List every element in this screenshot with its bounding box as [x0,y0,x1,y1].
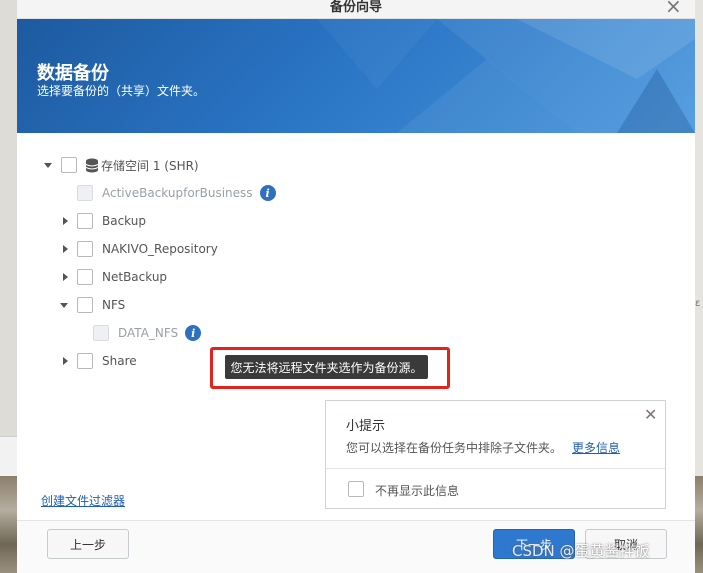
backup-wizard-dialog: 备份向导 × 数据备份 选择要备份的（共享）文件夹。 存储空间 1 (SHR) … [17,0,695,573]
dialog-title: 备份向导 [329,0,382,15]
expand-arrow-icon[interactable] [60,216,70,226]
tree-item-nfs[interactable]: NFS [59,294,125,316]
folder-label: NFS [102,298,126,312]
title-bar: 备份向导 × [17,0,695,19]
info-icon[interactable]: i [185,325,202,341]
root-checkbox[interactable] [61,157,77,173]
folder-label: NAKIVO_Repository [102,242,218,256]
banner-subtitle: 选择要备份的（共享）文件夹。 [37,84,206,98]
background-side-mark: ε [695,298,701,309]
expand-arrow-icon[interactable] [43,160,53,170]
folder-label: Share [102,354,137,368]
expand-arrow-icon[interactable] [60,356,70,366]
divider [326,468,665,469]
folder-label: ActiveBackupforBusiness [102,186,253,200]
close-icon[interactable]: ✕ [644,405,657,424]
close-icon[interactable]: × [665,0,682,18]
expand-arrow-icon[interactable] [60,244,70,254]
dont-show-again-label: 不再显示此信息 [375,484,460,498]
folder-checkbox[interactable] [77,241,93,257]
folder-label: DATA_NFS [118,326,179,340]
info-icon[interactable]: i [259,185,276,201]
highlight-box [210,347,450,389]
tip-title: 小提示 [346,419,386,434]
folder-checkbox [77,185,93,201]
tree-root-label: 存储空间 1 (SHR) [101,158,199,173]
create-file-filter-link[interactable]: 创建文件过滤器 [41,492,125,509]
expand-arrow-icon[interactable] [60,272,70,282]
collapse-arrow-icon[interactable] [59,300,69,310]
tree-item-netbackup[interactable]: NetBackup [60,266,167,288]
folder-label: NetBackup [102,270,168,284]
folder-checkbox[interactable] [77,297,93,313]
tree-root-row[interactable]: 存储空间 1 (SHR) [43,154,199,176]
tip-panel: 小提示 ✕ 您可以选择在备份任务中排除子文件夹。 更多信息 不再显示此信息 [325,400,666,509]
dont-show-again-checkbox[interactable] [348,481,364,497]
watermark: CSDN @蛋黄酱拌饭 [512,542,650,560]
header-banner: 数据备份 选择要备份的（共享）文件夹。 [17,19,695,133]
more-info-link[interactable]: 更多信息 [572,441,620,455]
folder-label: Backup [102,214,146,228]
tree-item-activebackup: ActiveBackupforBusiness i [77,182,276,204]
folder-checkbox[interactable] [77,213,93,229]
tip-text: 您可以选择在备份任务中排除子文件夹。 更多信息 [346,439,620,456]
back-button[interactable]: 上一步 [47,529,129,559]
folder-checkbox [93,325,109,341]
tip-message: 您可以选择在备份任务中排除子文件夹。 [346,441,563,455]
database-icon [85,158,99,172]
background-panel [0,436,17,477]
tree-item-data-nfs: DATA_NFS i [93,322,202,344]
folder-checkbox[interactable] [77,269,93,285]
folder-checkbox[interactable] [77,353,93,369]
banner-decoration [317,19,695,133]
tree-item-nakivo[interactable]: NAKIVO_Repository [60,238,218,260]
tree-item-backup[interactable]: Backup [60,210,146,232]
tree-item-share[interactable]: Share [60,350,137,372]
